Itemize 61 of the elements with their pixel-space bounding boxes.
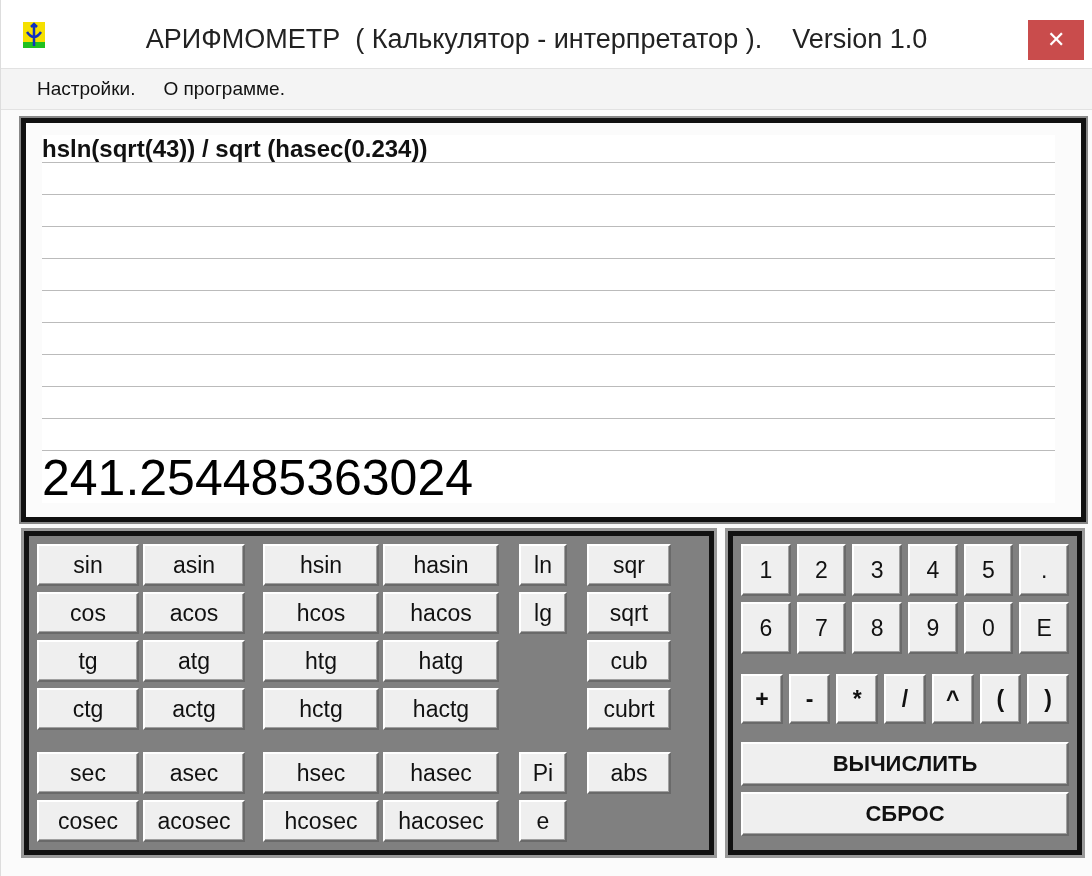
reset-button[interactable]: СБРОС: [741, 792, 1069, 836]
function-key[interactable]: hsin: [263, 544, 379, 586]
function-key[interactable]: asec: [143, 752, 245, 794]
digit-key[interactable]: 0: [963, 602, 1014, 654]
digit-key[interactable]: 6: [741, 602, 791, 654]
digit-key[interactable]: 3: [852, 544, 902, 596]
function-key[interactable]: tg: [37, 640, 139, 682]
calculate-button[interactable]: ВЫЧИСЛИТЬ: [741, 742, 1069, 786]
operator-key[interactable]: -: [788, 674, 831, 724]
digit-key[interactable]: 2: [796, 544, 847, 596]
digit-key[interactable]: .: [1019, 544, 1069, 596]
digit-key[interactable]: 5: [963, 544, 1014, 596]
digit-key[interactable]: 8: [852, 602, 902, 654]
menu-item[interactable]: Настройки.: [37, 78, 136, 100]
close-button[interactable]: ✕: [1028, 20, 1084, 60]
function-key[interactable]: hsec: [263, 752, 379, 794]
function-key[interactable]: ln: [519, 544, 567, 586]
function-key[interactable]: hactg: [383, 688, 499, 730]
function-key[interactable]: sqr: [587, 544, 671, 586]
function-key[interactable]: htg: [263, 640, 379, 682]
function-key[interactable]: hasec: [383, 752, 499, 794]
function-key[interactable]: cubrt: [587, 688, 671, 730]
function-key[interactable]: hcosec: [263, 800, 379, 842]
function-key[interactable]: lg: [519, 592, 567, 634]
app-icon: [23, 22, 45, 48]
function-key[interactable]: e: [519, 800, 567, 842]
function-key[interactable]: Pi: [519, 752, 567, 794]
operator-key[interactable]: ^: [931, 674, 974, 724]
result-text: 241.254485363024: [42, 453, 473, 503]
menu-item[interactable]: О программе.: [163, 78, 285, 100]
function-key[interactable]: acos: [143, 592, 245, 634]
operator-key[interactable]: ): [1027, 674, 1069, 724]
function-key[interactable]: sin: [37, 544, 139, 586]
function-key[interactable]: hcos: [263, 592, 379, 634]
operator-key[interactable]: /: [884, 674, 926, 724]
function-key[interactable]: abs: [587, 752, 671, 794]
digit-key[interactable]: 7: [796, 602, 847, 654]
operator-key[interactable]: (: [979, 674, 1022, 724]
function-key[interactable]: ctg: [37, 688, 139, 730]
function-key[interactable]: sec: [37, 752, 139, 794]
function-key[interactable]: hasin: [383, 544, 499, 586]
function-key[interactable]: hatg: [383, 640, 499, 682]
function-key[interactable]: cosec: [37, 800, 139, 842]
digit-key[interactable]: 4: [908, 544, 958, 596]
function-key[interactable]: hacos: [383, 592, 499, 634]
function-key[interactable]: asin: [143, 544, 245, 586]
function-key[interactable]: sqrt: [587, 592, 671, 634]
digit-key[interactable]: E: [1019, 602, 1069, 654]
function-key[interactable]: acosec: [143, 800, 245, 842]
expression-text: hsln(sqrt(43)) / sqrt (hasec(0.234)): [42, 135, 428, 163]
function-key[interactable]: atg: [143, 640, 245, 682]
function-key[interactable]: cos: [37, 592, 139, 634]
function-key[interactable]: hctg: [263, 688, 379, 730]
function-key[interactable]: actg: [143, 688, 245, 730]
operator-key[interactable]: *: [836, 674, 879, 724]
operator-key[interactable]: +: [741, 674, 783, 724]
digit-key[interactable]: 9: [908, 602, 958, 654]
digit-key[interactable]: 1: [741, 544, 791, 596]
window-title: АРИФМОМЕТР ( Калькулятор - интерпретатор ). Version 1.0: [144, 23, 929, 55]
function-key[interactable]: cub: [587, 640, 671, 682]
function-key[interactable]: hacosec: [383, 800, 499, 842]
